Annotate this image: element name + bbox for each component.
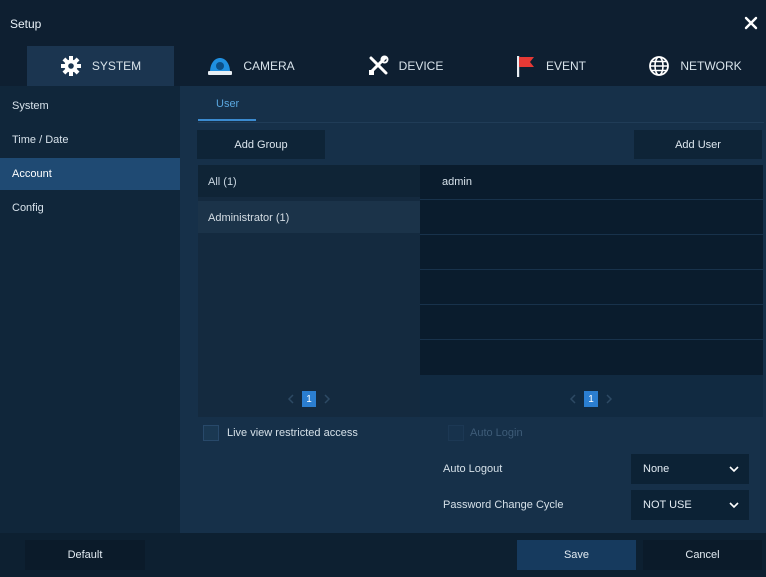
- title-bar: Setup: [0, 0, 766, 46]
- sidebar-item-label: System: [12, 100, 49, 112]
- page-number[interactable]: 1: [302, 391, 316, 407]
- tab-camera-label: CAMERA: [243, 59, 295, 73]
- group-label: Administrator (1): [208, 212, 290, 224]
- tab-event[interactable]: EVENT: [500, 46, 600, 86]
- chevron-down-icon: [729, 466, 739, 473]
- user-name: admin: [442, 176, 472, 188]
- sidebar-item-label: Time / Date: [12, 134, 69, 146]
- tab-network[interactable]: NETWORK: [640, 46, 750, 86]
- footer-bar: Default Save Cancel: [0, 533, 766, 577]
- group-pager: 1: [282, 391, 336, 407]
- add-user-button[interactable]: Add User: [634, 130, 762, 159]
- chevron-left-icon[interactable]: [286, 393, 296, 405]
- top-tab-bar: SYSTEM CAMERA DEVICE EVENT NETWORK: [0, 46, 766, 86]
- flag-icon: [516, 56, 534, 77]
- password-change-cycle-label: Password Change Cycle: [443, 499, 564, 511]
- tab-device-label: DEVICE: [398, 59, 444, 73]
- tab-event-label: EVENT: [545, 59, 586, 73]
- password-change-cycle-value: NOT USE: [643, 499, 692, 511]
- page-number[interactable]: 1: [584, 391, 598, 407]
- divider: [198, 122, 764, 123]
- globe-icon: [649, 56, 670, 76]
- close-icon[interactable]: [742, 14, 760, 32]
- group-label: All (1): [208, 176, 237, 188]
- user-row[interactable]: [420, 340, 763, 374]
- group-list: All (1) Administrator (1) 1: [198, 165, 420, 417]
- cancel-button[interactable]: Cancel: [643, 540, 762, 570]
- sidebar-item-account[interactable]: Account: [0, 158, 180, 190]
- auto-logout-select[interactable]: None: [631, 454, 749, 484]
- sidebar-item-system[interactable]: System: [0, 90, 180, 122]
- tab-user[interactable]: User: [198, 86, 256, 122]
- camera-icon: [208, 58, 233, 75]
- tab-system-label: SYSTEM: [91, 59, 142, 73]
- tab-user-label: User: [216, 98, 240, 110]
- group-item-administrator[interactable]: Administrator (1): [198, 201, 420, 233]
- tab-underline: [198, 119, 256, 121]
- user-list: admin 1: [420, 165, 763, 417]
- window-title: Setup: [10, 17, 42, 31]
- sidebar-item-config[interactable]: Config: [0, 192, 180, 224]
- group-item-all[interactable]: All (1): [198, 165, 420, 197]
- chevron-left-icon[interactable]: [568, 393, 578, 405]
- live-view-restricted-label: Live view restricted access: [227, 427, 358, 439]
- tools-icon: [368, 55, 389, 75]
- tab-network-label: NETWORK: [680, 59, 742, 73]
- chevron-right-icon[interactable]: [322, 393, 332, 405]
- add-group-button[interactable]: Add Group: [197, 130, 325, 159]
- tab-device[interactable]: DEVICE: [350, 46, 460, 86]
- default-button[interactable]: Default: [25, 540, 145, 570]
- user-pager: 1: [564, 391, 618, 407]
- sidebar-item-label: Account: [12, 168, 52, 180]
- auto-logout-value: None: [643, 463, 670, 475]
- tab-system[interactable]: SYSTEM: [27, 46, 174, 86]
- chevron-right-icon[interactable]: [604, 393, 614, 405]
- live-view-restricted-checkbox[interactable]: [203, 425, 219, 441]
- chevron-down-icon: [729, 502, 739, 509]
- sidebar-item-label: Config: [12, 202, 44, 214]
- user-row[interactable]: [420, 305, 763, 340]
- setup-window: Setup SYSTEM CAMERA DEVICE EVENT NETWORK…: [0, 0, 766, 577]
- tab-camera[interactable]: CAMERA: [196, 46, 306, 86]
- auto-login-label: Auto Login: [470, 427, 523, 439]
- auto-login-checkbox[interactable]: [448, 425, 464, 441]
- gear-icon: [60, 56, 81, 76]
- auto-logout-label: Auto Logout: [443, 463, 503, 475]
- save-button[interactable]: Save: [517, 540, 636, 570]
- user-row[interactable]: [420, 200, 763, 235]
- user-row[interactable]: [420, 270, 763, 305]
- user-row[interactable]: admin: [420, 165, 763, 200]
- password-change-cycle-select[interactable]: NOT USE: [631, 490, 749, 520]
- sidebar: System Time / Date Account Config: [0, 86, 180, 533]
- user-row[interactable]: [420, 235, 763, 270]
- sidebar-item-time-date[interactable]: Time / Date: [0, 124, 180, 156]
